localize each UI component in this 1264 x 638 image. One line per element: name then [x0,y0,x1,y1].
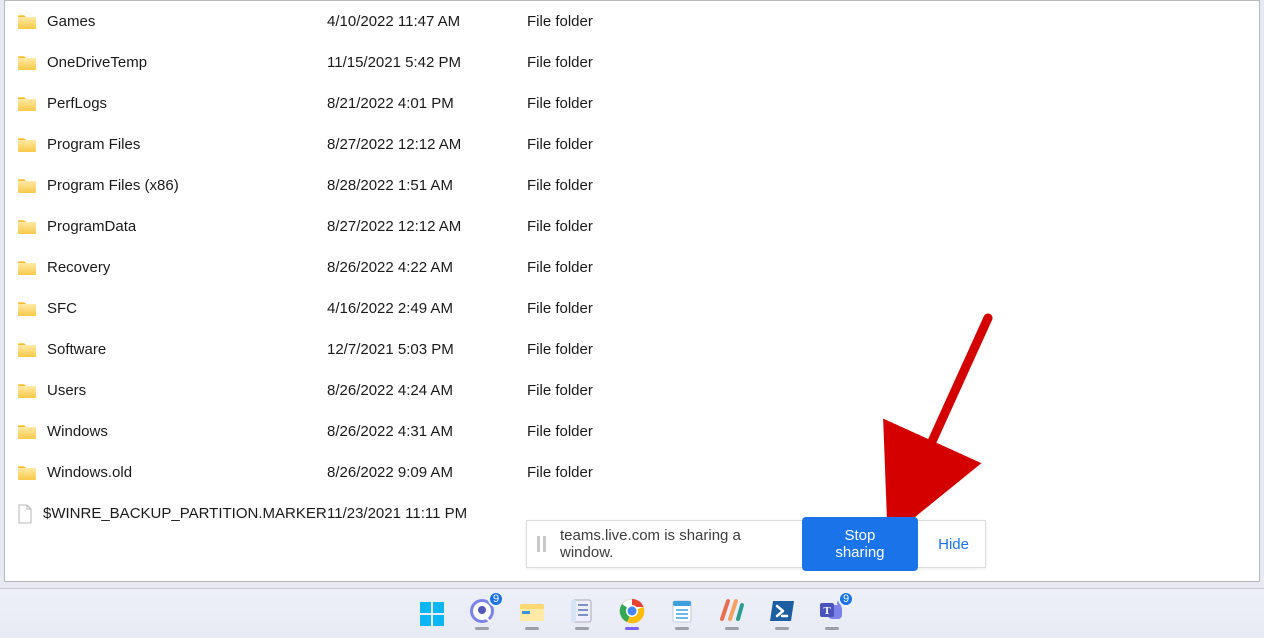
taskbar-windows-tool[interactable] [718,597,746,630]
taskbar-chrome[interactable] [618,597,646,630]
item-date: 11/15/2021 5:42 PM [327,54,527,71]
hide-share-bar-button[interactable]: Hide [932,532,975,557]
folder-row[interactable]: SFC 4/16/2022 2:49 AMFile folder [5,288,1259,329]
item-name: PerfLogs [47,95,107,112]
folder-icon [17,219,37,235]
notepad-icon [668,597,696,625]
item-name: SFC [47,300,77,317]
item-type: File folder [527,177,747,194]
item-name: Program Files (x86) [47,177,179,194]
file-explorer-window[interactable]: Games4/10/2022 11:47 AMFile folderOneDri… [4,0,1260,582]
folder-icon [17,96,37,112]
item-date: 8/26/2022 4:22 AM [327,259,527,276]
onenote-icon [568,597,596,625]
item-type: File folder [527,300,747,317]
item-date: 8/21/2022 4:01 PM [327,95,527,112]
taskbar[interactable]: 99 [0,588,1264,638]
item-date: 12/7/2021 5:03 PM [327,341,527,358]
taskbar-indicator [525,627,539,630]
folder-icon [17,178,37,194]
item-date: 8/26/2022 4:31 AM [327,423,527,440]
taskbar-powershell[interactable] [768,597,796,630]
taskbar-indicator [775,627,789,630]
item-name: Users [47,382,86,399]
folder-row[interactable]: Program Files 8/27/2022 12:12 AMFile fold… [5,124,1259,165]
item-type: File folder [527,54,747,71]
taskbar-notepad[interactable] [668,597,696,630]
taskbar-start[interactable] [418,600,446,628]
item-date: 8/26/2022 4:24 AM [327,382,527,399]
item-type: File folder [527,259,747,276]
item-name: Software [47,341,106,358]
taskbar-indicator [825,627,839,630]
taskbar-indicator [575,627,589,630]
share-message: teams.live.com is sharing a window. [560,527,788,561]
screen-share-bar[interactable]: teams.live.com is sharing a window. Stop… [526,520,986,568]
item-date: 4/16/2022 2:49 AM [327,300,527,317]
notification-badge: 9 [488,591,504,607]
item-name: $WINRE_BACKUP_PARTITION.MARKER [43,505,327,522]
item-type: File folder [527,218,747,235]
taskbar-teams-chat[interactable]: 9 [468,597,496,630]
item-name: Windows.old [47,464,132,481]
drag-handle-icon[interactable] [537,536,546,552]
folder-row[interactable]: Windows 8/26/2022 4:31 AMFile folder [5,411,1259,452]
folder-row[interactable]: ProgramData 8/27/2022 12:12 AMFile folder [5,206,1259,247]
item-type: File folder [527,341,747,358]
folder-icon [17,260,37,276]
folder-icon [17,137,37,153]
folder-row[interactable]: Users 8/26/2022 4:24 AMFile folder [5,370,1259,411]
file-explorer-icon [518,597,546,625]
item-type: File folder [527,423,747,440]
item-type: File folder [527,464,747,481]
folder-icon [17,465,37,481]
powershell-icon [768,597,796,625]
taskbar-file-explorer[interactable] [518,597,546,630]
taskbar-indicator [475,627,489,630]
item-name: OneDriveTemp [47,54,147,71]
item-name: Recovery [47,259,110,276]
item-type: File folder [527,382,747,399]
item-date: 8/27/2022 12:12 AM [327,218,527,235]
taskbar-teams[interactable]: 9 [818,597,846,630]
item-name: Program Files [47,136,140,153]
notification-badge: 9 [838,591,854,607]
item-date: 11/23/2021 11:11 PM [327,505,527,522]
item-type: File folder [527,136,747,153]
taskbar-indicator [675,627,689,630]
folder-row[interactable]: PerfLogs 8/21/2022 4:01 PMFile folder [5,83,1259,124]
item-date: 4/10/2022 11:47 AM [327,13,527,30]
folder-icon [17,14,37,30]
start-icon [418,600,446,628]
folder-row[interactable]: Recovery 8/26/2022 4:22 AMFile folder [5,247,1259,288]
folder-icon [17,383,37,399]
folder-row[interactable]: Games 4/10/2022 11:47 AMFile folder [5,1,1259,42]
folder-icon [17,424,37,440]
item-date: 8/28/2022 1:51 AM [327,177,527,194]
item-type: File folder [527,95,747,112]
item-date: 8/26/2022 9:09 AM [327,464,527,481]
file-list[interactable]: Games4/10/2022 11:47 AMFile folderOneDri… [5,1,1259,581]
taskbar-indicator [725,627,739,630]
folder-icon [17,342,37,358]
taskbar-onenote[interactable] [568,597,596,630]
stop-sharing-button[interactable]: Stop sharing [802,517,918,571]
taskbar-indicator [625,627,639,630]
item-name: Games [47,13,95,30]
windows-tool-icon [718,597,746,625]
chrome-icon [618,597,646,625]
item-name: ProgramData [47,218,136,235]
item-name: Windows [47,423,108,440]
folder-row[interactable]: Windows.old 8/26/2022 9:09 AMFile folder [5,452,1259,493]
folder-row[interactable]: Program Files (x86) 8/28/2022 1:51 AMFile… [5,165,1259,206]
item-date: 8/27/2022 12:12 AM [327,136,527,153]
folder-icon [17,301,37,317]
folder-row[interactable]: OneDriveTemp 11/15/2021 5:42 PMFile folde… [5,42,1259,83]
folder-row[interactable]: Software 12/7/2021 5:03 PMFile folder [5,329,1259,370]
folder-icon [17,55,37,71]
file-icon [17,504,33,524]
item-type: File folder [527,13,747,30]
